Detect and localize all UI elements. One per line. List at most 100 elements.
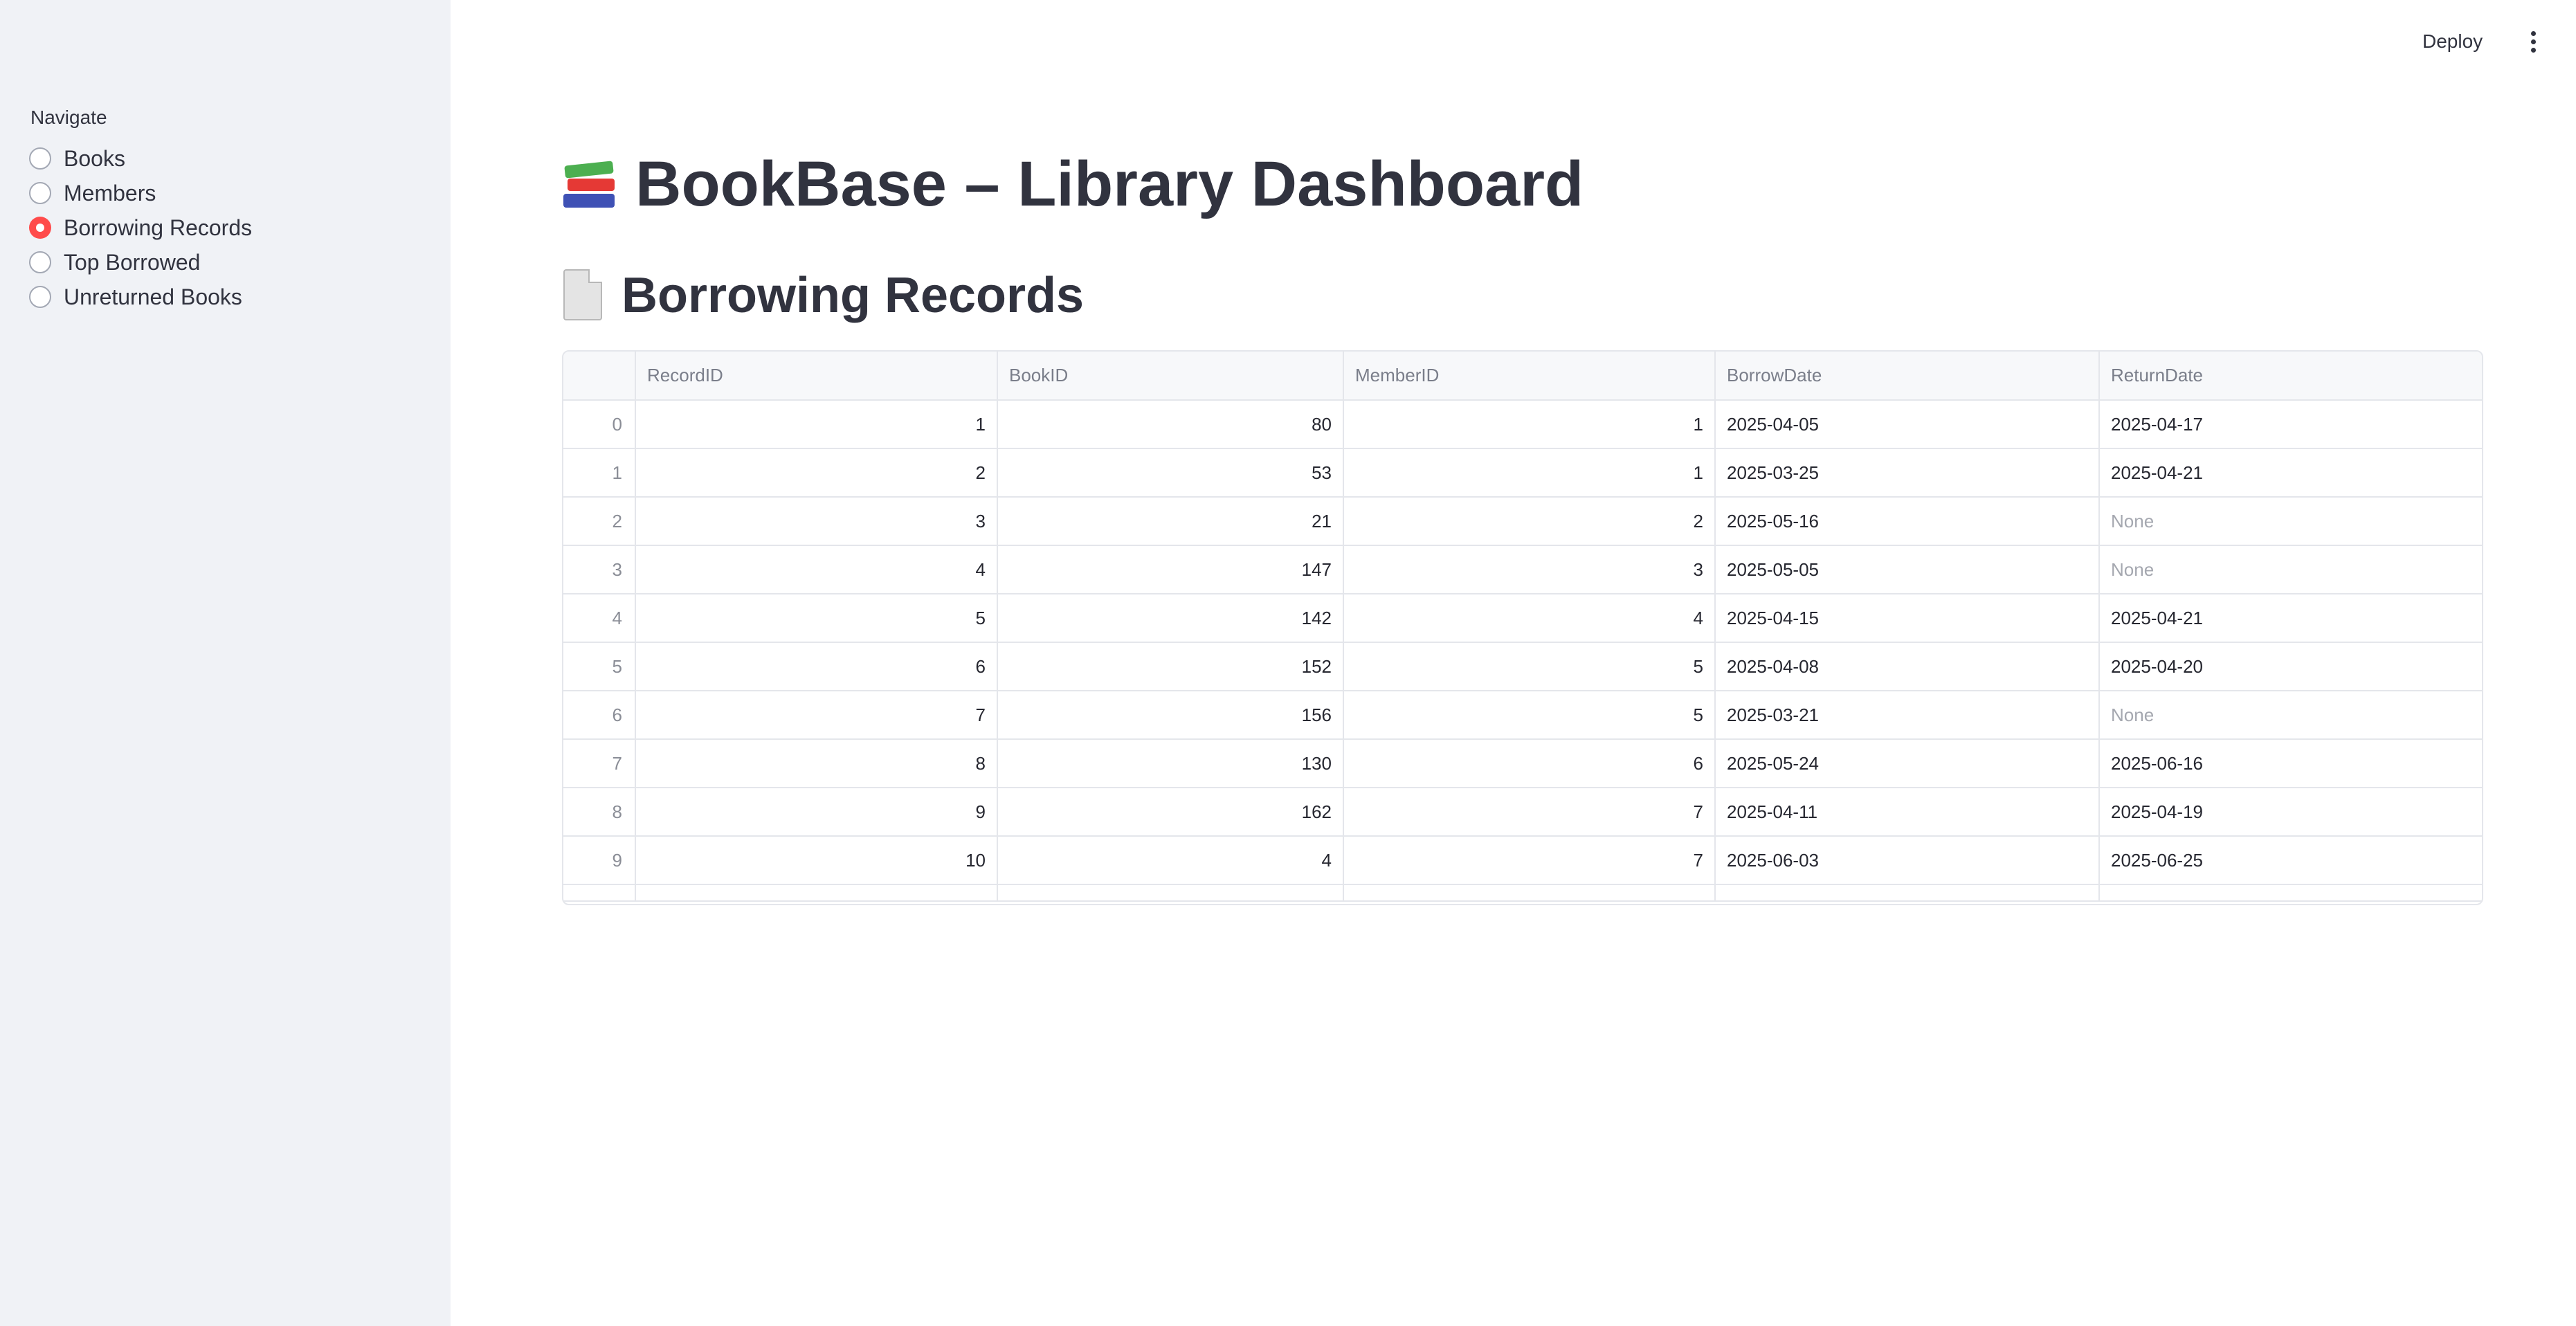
vertical-ellipsis-icon[interactable] [2525, 28, 2541, 55]
borrowdate-cell[interactable]: 2025-03-25 [1715, 448, 2100, 498]
table-row[interactable]: 5 6 152 5 2025-04-08 2025-04-20 [563, 642, 2482, 691]
recordid-cell[interactable]: 5 [635, 594, 998, 643]
returndate-cell[interactable]: None [2099, 691, 2482, 740]
bookid-cell[interactable]: 142 [997, 594, 1344, 643]
table-row[interactable]: 7 8 130 6 2025-05-24 2025-06-16 [563, 739, 2482, 788]
table-row-partial [563, 884, 2482, 902]
nav-option-top-borrowed[interactable]: Top Borrowed [29, 245, 252, 280]
column-header-recordid[interactable]: RecordID [635, 352, 998, 401]
recordid-cell[interactable]: 10 [635, 836, 998, 885]
bookid-cell[interactable]: 147 [997, 545, 1344, 594]
returndate-cell[interactable]: 2025-04-19 [2099, 788, 2482, 837]
returndate-cell[interactable]: 2025-06-25 [2099, 836, 2482, 885]
nav-option-unreturned-books[interactable]: Unreturned Books [29, 280, 252, 314]
nav-option-books[interactable]: Books [29, 141, 252, 176]
menu-dot [2530, 39, 2536, 44]
table-row[interactable]: 4 5 142 4 2025-04-15 2025-04-21 [563, 594, 2482, 643]
recordid-cell[interactable]: 4 [635, 545, 998, 594]
borrowdate-cell[interactable]: 2025-05-05 [1715, 545, 2100, 594]
memberid-cell[interactable]: 6 [1343, 739, 1716, 788]
page-emoji-icon [562, 269, 605, 322]
nav-option-label: Books [64, 145, 125, 171]
returndate-cell[interactable]: None [2099, 497, 2482, 546]
radio-unchecked-icon[interactable] [29, 251, 51, 273]
row-index[interactable]: 1 [563, 448, 636, 498]
table-row[interactable]: 2 3 21 2 2025-05-16 None [563, 497, 2482, 546]
row-index[interactable]: 5 [563, 642, 636, 691]
memberid-cell[interactable]: 2 [1343, 497, 1716, 546]
radio-checked-icon[interactable] [29, 217, 51, 239]
borrowdate-cell[interactable]: 2025-04-11 [1715, 788, 2100, 837]
recordid-cell[interactable]: 8 [635, 739, 998, 788]
recordid-cell[interactable]: 7 [635, 691, 998, 740]
bookid-cell[interactable]: 80 [997, 400, 1344, 449]
deploy-button[interactable]: Deploy [2422, 25, 2483, 58]
borrowdate-cell[interactable]: 2025-05-24 [1715, 739, 2100, 788]
returndate-cell[interactable]: None [2099, 545, 2482, 594]
table-cell-partial [1715, 884, 2100, 902]
column-header-index[interactable] [563, 352, 636, 401]
radio-unchecked-icon[interactable] [29, 182, 51, 204]
bookid-cell[interactable]: 21 [997, 497, 1344, 546]
radio-unchecked-icon[interactable] [29, 147, 51, 170]
memberid-cell[interactable]: 7 [1343, 836, 1716, 885]
borrowdate-cell[interactable]: 2025-03-21 [1715, 691, 2100, 740]
column-header-returndate[interactable]: ReturnDate [2099, 352, 2482, 401]
returndate-cell[interactable]: 2025-04-21 [2099, 594, 2482, 643]
bookid-cell[interactable]: 152 [997, 642, 1344, 691]
table-row[interactable]: 0 1 80 1 2025-04-05 2025-04-17 [563, 400, 2482, 449]
bookid-cell[interactable]: 162 [997, 788, 1344, 837]
recordid-cell[interactable]: 1 [635, 400, 998, 449]
borrowdate-cell[interactable]: 2025-04-05 [1715, 400, 2100, 449]
memberid-cell[interactable]: 1 [1343, 448, 1716, 498]
table-header-row: RecordID BookID MemberID BorrowDate Retu… [563, 352, 2482, 401]
recordid-cell[interactable]: 3 [635, 497, 998, 546]
borrowdate-cell[interactable]: 2025-04-08 [1715, 642, 2100, 691]
memberid-cell[interactable]: 4 [1343, 594, 1716, 643]
memberid-cell[interactable]: 5 [1343, 642, 1716, 691]
row-index[interactable]: 4 [563, 594, 636, 643]
returndate-cell[interactable]: 2025-04-21 [2099, 448, 2482, 498]
memberid-cell[interactable]: 1 [1343, 400, 1716, 449]
table-row[interactable]: 3 4 147 3 2025-05-05 None [563, 545, 2482, 594]
borrowdate-cell[interactable]: 2025-05-16 [1715, 497, 2100, 546]
returndate-cell[interactable]: 2025-04-20 [2099, 642, 2482, 691]
table-row[interactable]: 1 2 53 1 2025-03-25 2025-04-21 [563, 448, 2482, 498]
bookid-cell[interactable]: 4 [997, 836, 1344, 885]
borrowdate-cell[interactable]: 2025-06-03 [1715, 836, 2100, 885]
borrowing-records-table[interactable]: RecordID BookID MemberID BorrowDate Retu… [562, 350, 2483, 905]
bookid-cell[interactable]: 130 [997, 739, 1344, 788]
row-index[interactable]: 6 [563, 691, 636, 740]
recordid-cell[interactable]: 2 [635, 448, 998, 498]
recordid-cell[interactable]: 6 [635, 642, 998, 691]
nav-option-members[interactable]: Members [29, 176, 252, 210]
recordid-cell[interactable]: 9 [635, 788, 998, 837]
returndate-cell[interactable]: 2025-04-17 [2099, 400, 2482, 449]
row-index[interactable]: 3 [563, 545, 636, 594]
table-row[interactable]: 6 7 156 5 2025-03-21 None [563, 691, 2482, 740]
bookid-cell[interactable]: 156 [997, 691, 1344, 740]
table-row[interactable]: 8 9 162 7 2025-04-11 2025-04-19 [563, 788, 2482, 837]
memberid-cell[interactable]: 3 [1343, 545, 1716, 594]
table-cell-partial [2099, 884, 2482, 902]
row-index[interactable]: 0 [563, 400, 636, 449]
returndate-cell[interactable]: 2025-06-16 [2099, 739, 2482, 788]
bookid-cell[interactable]: 53 [997, 448, 1344, 498]
column-header-borrowdate[interactable]: BorrowDate [1715, 352, 2100, 401]
nav-option-borrowing-records[interactable]: Borrowing Records [29, 210, 252, 245]
nav-option-label: Unreturned Books [64, 284, 242, 309]
section-title: Borrowing Records [562, 267, 1084, 324]
column-header-bookid[interactable]: BookID [997, 352, 1344, 401]
row-index[interactable]: 8 [563, 788, 636, 837]
memberid-cell[interactable]: 5 [1343, 691, 1716, 740]
table-row[interactable]: 9 10 4 7 2025-06-03 2025-06-25 [563, 836, 2482, 885]
memberid-cell[interactable]: 7 [1343, 788, 1716, 837]
page-title-text: BookBase – Library Dashboard [635, 149, 1584, 219]
radio-unchecked-icon[interactable] [29, 286, 51, 308]
borrowdate-cell[interactable]: 2025-04-15 [1715, 594, 2100, 643]
row-index[interactable]: 7 [563, 739, 636, 788]
column-header-memberid[interactable]: MemberID [1343, 352, 1716, 401]
row-index[interactable]: 2 [563, 497, 636, 546]
row-index[interactable]: 9 [563, 836, 636, 885]
app-root: Navigate Books Members Borrowing Records To… [0, 0, 2576, 1326]
